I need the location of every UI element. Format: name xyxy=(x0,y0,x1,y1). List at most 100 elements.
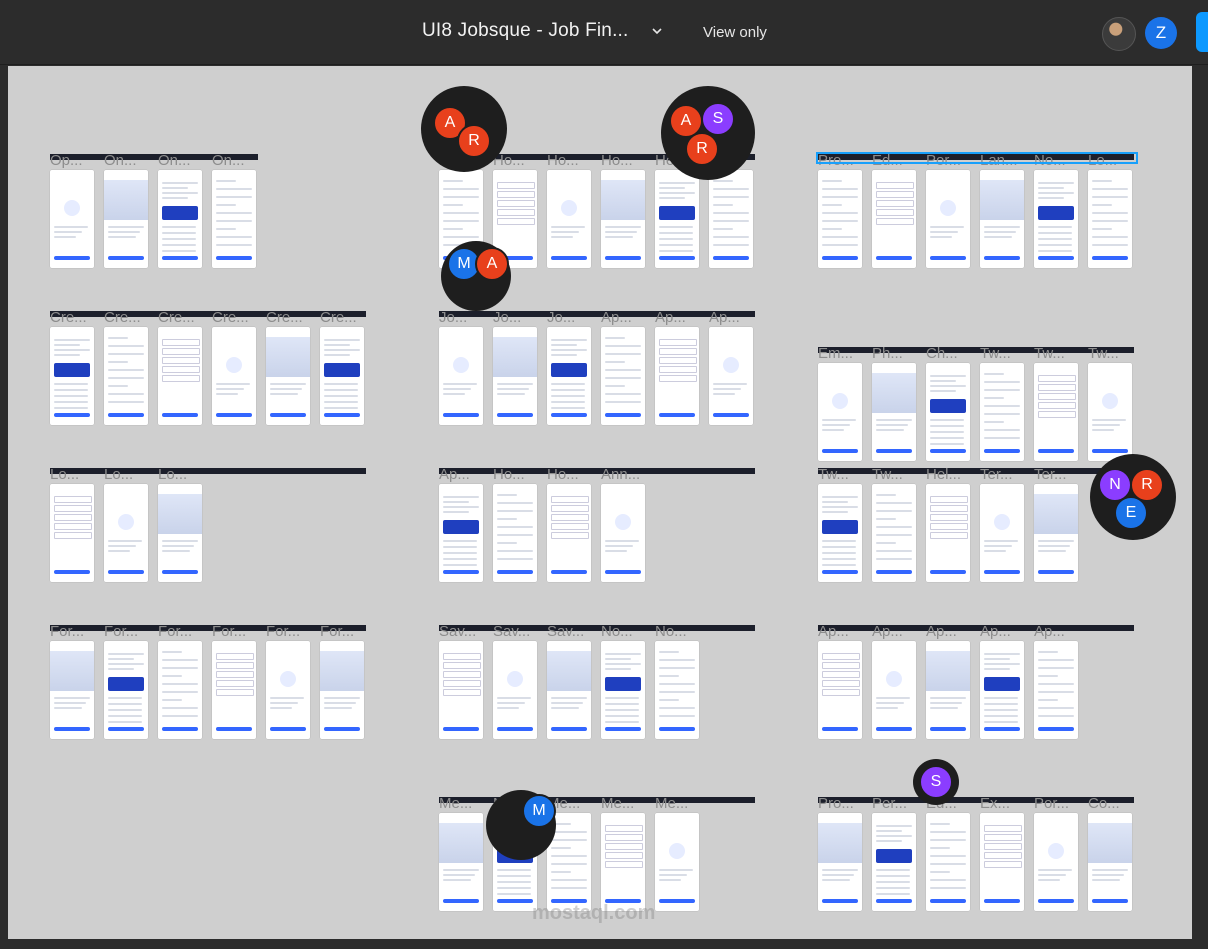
chevron-down-icon[interactable] xyxy=(651,25,663,37)
phone-frame[interactable] xyxy=(212,641,256,739)
collaborator-avatar-photo[interactable] xyxy=(1102,17,1136,51)
phone-frame[interactable] xyxy=(1034,813,1078,911)
frame-label[interactable]: Ho... xyxy=(547,152,591,169)
phone-frame[interactable] xyxy=(818,170,862,268)
frame-label[interactable]: Ph... xyxy=(872,345,916,362)
frame-label[interactable]: Ap... xyxy=(818,623,862,640)
frame-label[interactable]: Ap... xyxy=(926,623,970,640)
frame-label[interactable]: Ho... xyxy=(493,466,537,483)
phone-frame[interactable] xyxy=(709,327,753,425)
phone-frame[interactable] xyxy=(439,327,483,425)
frame-label[interactable]: Ap... xyxy=(655,309,699,326)
phone-frame[interactable] xyxy=(439,484,483,582)
phone-frame[interactable] xyxy=(50,641,94,739)
phone-frame[interactable] xyxy=(266,641,310,739)
phone-frame[interactable] xyxy=(493,484,537,582)
frame-label[interactable]: Ap... xyxy=(709,309,753,326)
phone-frame[interactable] xyxy=(818,641,862,739)
phone-frame[interactable] xyxy=(926,641,970,739)
frame-label[interactable]: Cre... xyxy=(50,309,94,326)
phone-frame[interactable] xyxy=(872,170,916,268)
phone-frame[interactable] xyxy=(1034,641,1078,739)
frame-label[interactable]: Lo... xyxy=(50,466,94,483)
frame-label[interactable]: Tw... xyxy=(818,466,862,483)
frame-label[interactable]: Sav... xyxy=(439,623,483,640)
phone-frame[interactable] xyxy=(493,327,537,425)
frame-label[interactable]: Ap... xyxy=(601,309,645,326)
frame-label[interactable]: Por... xyxy=(1034,795,1078,812)
frame-label[interactable]: Cre... xyxy=(104,309,148,326)
phone-frame[interactable] xyxy=(926,363,970,461)
phone-frame[interactable] xyxy=(872,641,916,739)
frame-label[interactable]: Pro... xyxy=(818,795,862,812)
frame-label[interactable]: Cre... xyxy=(266,309,310,326)
phone-frame[interactable] xyxy=(158,641,202,739)
phone-frame[interactable] xyxy=(980,641,1024,739)
frame-label[interactable]: Hel... xyxy=(926,466,970,483)
frame-label[interactable]: Tw... xyxy=(1088,345,1132,362)
phone-frame[interactable] xyxy=(601,484,645,582)
phone-frame[interactable] xyxy=(818,484,862,582)
phone-frame[interactable] xyxy=(266,327,310,425)
phone-frame[interactable] xyxy=(980,813,1024,911)
phone-frame[interactable] xyxy=(655,813,699,911)
phone-frame[interactable] xyxy=(547,484,591,582)
frame-label[interactable]: On... xyxy=(212,152,256,169)
frame-label[interactable]: Jo... xyxy=(439,309,483,326)
phone-frame[interactable] xyxy=(439,641,483,739)
frame-label[interactable]: Co... xyxy=(1088,795,1132,812)
frame-label[interactable]: Ho... xyxy=(547,466,591,483)
phone-frame[interactable] xyxy=(158,170,202,268)
phone-frame[interactable] xyxy=(655,170,699,268)
phone-frame[interactable] xyxy=(212,327,256,425)
frame-label[interactable]: Me... xyxy=(655,795,699,812)
frame-label[interactable]: Sav... xyxy=(547,623,591,640)
phone-frame[interactable] xyxy=(158,327,202,425)
phone-frame[interactable] xyxy=(655,327,699,425)
phone-frame[interactable] xyxy=(104,170,148,268)
phone-frame[interactable] xyxy=(320,641,364,739)
frame-label[interactable]: Cre... xyxy=(158,309,202,326)
phone-frame[interactable] xyxy=(872,363,916,461)
phone-frame[interactable] xyxy=(1034,363,1078,461)
frame-label[interactable]: For... xyxy=(320,623,364,640)
file-title[interactable]: UI8 Jobsque - Job Fin... xyxy=(422,20,629,42)
frame-label[interactable]: Cre... xyxy=(320,309,364,326)
frame-label[interactable]: Per... xyxy=(872,795,916,812)
frame-label[interactable]: Jo... xyxy=(547,309,591,326)
frame-label[interactable]: No... xyxy=(601,623,645,640)
frame-label[interactable]: Cre... xyxy=(212,309,256,326)
frame-label[interactable]: Ch... xyxy=(926,345,970,362)
phone-frame[interactable] xyxy=(104,641,148,739)
frame-label[interactable]: Me... xyxy=(601,795,645,812)
phone-frame[interactable] xyxy=(709,170,753,268)
share-button[interactable] xyxy=(1196,12,1208,52)
frame-label[interactable]: Jo... xyxy=(493,309,537,326)
phone-frame[interactable] xyxy=(50,484,94,582)
frame-label[interactable]: Tw... xyxy=(872,466,916,483)
frame-label[interactable]: Ter... xyxy=(1034,466,1078,483)
phone-frame[interactable] xyxy=(655,641,699,739)
phone-frame[interactable] xyxy=(104,327,148,425)
phone-frame[interactable] xyxy=(104,484,148,582)
frame-label[interactable]: Ap... xyxy=(439,466,483,483)
phone-frame[interactable] xyxy=(872,813,916,911)
frame-label[interactable]: Tw... xyxy=(1034,345,1078,362)
phone-frame[interactable] xyxy=(547,327,591,425)
phone-frame[interactable] xyxy=(1088,813,1132,911)
frame-label[interactable]: Ann... xyxy=(601,466,645,483)
frame-label[interactable]: No... xyxy=(655,623,699,640)
phone-frame[interactable] xyxy=(547,641,591,739)
phone-frame[interactable] xyxy=(1034,170,1078,268)
file-title-dropdown[interactable]: UI8 Jobsque - Job Fin... xyxy=(422,20,663,42)
phone-frame[interactable] xyxy=(980,484,1024,582)
user-avatar[interactable]: Z xyxy=(1145,17,1177,49)
frame-label[interactable]: For... xyxy=(104,623,148,640)
phone-frame[interactable] xyxy=(547,170,591,268)
phone-frame[interactable] xyxy=(1088,363,1132,461)
design-canvas[interactable]: Op... On... On... On... Cre... Cre... Cre... Cr… xyxy=(8,66,1192,939)
phone-frame[interactable] xyxy=(50,170,94,268)
phone-frame[interactable] xyxy=(158,484,202,582)
phone-frame[interactable] xyxy=(601,170,645,268)
frame-label[interactable]: Lo... xyxy=(158,466,202,483)
